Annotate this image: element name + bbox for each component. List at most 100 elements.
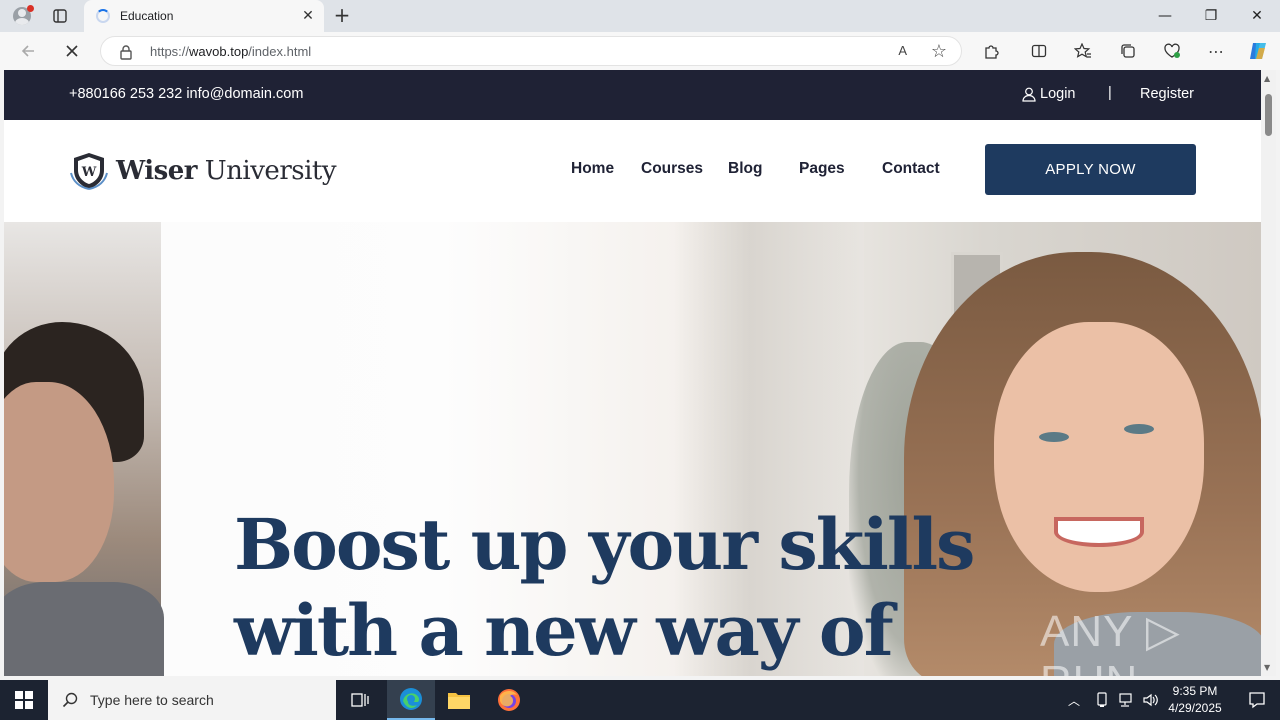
copilot-button[interactable]: [1244, 38, 1272, 64]
firefox-icon: [498, 689, 520, 711]
stop-loading-button[interactable]: [58, 38, 86, 64]
nav-contact[interactable]: Contact: [882, 160, 940, 178]
read-aloud-button[interactable]: A: [898, 43, 907, 58]
split-screen-icon: [1031, 44, 1047, 58]
apply-now-button[interactable]: APPLY NOW: [985, 144, 1196, 195]
hero-photo-woman-eye: [1039, 432, 1069, 442]
hero-photo-woman-eye: [1124, 424, 1154, 434]
hero-headline: Boost up your skills with a new way of: [234, 502, 975, 674]
read-aloud-icon: A: [898, 43, 907, 58]
logo-text: Wiser University: [116, 156, 337, 186]
register-link[interactable]: Register: [1140, 86, 1194, 102]
url-text: https://wavob.top/index.html: [150, 44, 311, 59]
windows-logo-icon: [15, 691, 33, 709]
site-logo[interactable]: W Wiser University: [68, 151, 337, 191]
collections-button[interactable]: [1114, 38, 1142, 64]
loading-spinner-icon: [96, 9, 110, 23]
hero-headline-line1: Boost up your skills: [234, 503, 975, 586]
taskbar-file-explorer[interactable]: [435, 680, 483, 720]
browser-toolbar: https://wavob.top/index.html A ☆ ⋯: [0, 32, 1280, 70]
login-label: Login: [1040, 86, 1076, 102]
anyrun-watermark: ANY ▷ RUN: [1040, 607, 1181, 676]
search-placeholder: Type here to search: [90, 692, 214, 708]
browser-tab-bar: Education ✕ + — ❐ ✕: [0, 0, 1280, 32]
svg-text:W: W: [81, 165, 97, 180]
hero-headline-line2: with a new way of: [234, 589, 894, 672]
copilot-icon: [1250, 43, 1266, 59]
scroll-down-arrow-icon[interactable]: ▼: [1264, 663, 1270, 672]
network-monitor-icon: [1119, 693, 1132, 707]
taskbar-clock[interactable]: 9:35 PM 4/29/2025: [1162, 683, 1228, 717]
restore-button[interactable]: ❐: [1188, 0, 1234, 32]
nav-home[interactable]: Home: [571, 160, 614, 178]
hero-photo-woman-smile: [1054, 517, 1144, 547]
usb-device-icon: [1097, 692, 1107, 707]
folder-icon: [448, 693, 470, 709]
contact-info: +880166 253 232 info@domain.com: [69, 86, 304, 102]
network-icon[interactable]: [1118, 680, 1136, 720]
user-icon: [1022, 87, 1036, 102]
start-button[interactable]: [0, 680, 48, 720]
favorites-button[interactable]: [1069, 38, 1097, 64]
action-center-button[interactable]: [1234, 680, 1280, 720]
nav-courses[interactable]: Courses: [641, 160, 703, 178]
scrollbar-thumb[interactable]: [1265, 94, 1272, 136]
task-view-button[interactable]: [336, 680, 384, 720]
taskbar-edge[interactable]: [387, 680, 435, 720]
extensions-button[interactable]: [977, 38, 1005, 64]
task-view-icon: [351, 693, 369, 707]
volume-icon[interactable]: [1142, 680, 1160, 720]
chevron-up-icon: ︿: [1068, 693, 1081, 708]
topbar-separator: |: [1108, 85, 1112, 101]
logo-text-bold: Wiser: [116, 156, 198, 186]
hero-photo-man: [4, 222, 164, 676]
url-prefix: https://: [150, 44, 190, 59]
back-arrow-icon: [21, 45, 34, 57]
split-screen-button[interactable]: [1025, 38, 1053, 64]
site-header: W Wiser University Home Courses Blog ⌵ Pa…: [4, 120, 1261, 222]
new-tab-button[interactable]: +: [330, 4, 354, 28]
chevron-down-icon: ⌵: [730, 160, 739, 172]
hero-photo-woman-face: [994, 322, 1204, 592]
hero-photo-man-shirt: [4, 582, 164, 676]
url-domain: wavob.top: [189, 44, 249, 59]
show-hidden-icons-button[interactable]: ︿: [1068, 680, 1080, 720]
page-viewport: +880166 253 232 info@domain.com Login | …: [4, 70, 1261, 676]
scroll-up-arrow-icon[interactable]: ▲: [1264, 74, 1270, 83]
lock-icon: [120, 45, 132, 60]
favorites-star-icon: [1074, 43, 1091, 58]
close-icon: [66, 45, 78, 57]
taskbar-firefox[interactable]: [485, 680, 533, 720]
shield-crest-icon: W: [70, 153, 108, 190]
address-bar[interactable]: https://wavob.top/index.html A ☆: [100, 36, 962, 66]
clock-date: 4/29/2025: [1168, 701, 1222, 715]
login-link[interactable]: Login: [1022, 86, 1075, 102]
windows-taskbar: Type here to search ︿ 9:35 PM 4/29/2025: [0, 680, 1280, 720]
page-scrollbar[interactable]: ▲ ▼: [1261, 70, 1276, 676]
taskbar-search-box[interactable]: Type here to search: [48, 680, 336, 720]
device-icon[interactable]: [1095, 680, 1109, 720]
url-path: /index.html: [248, 44, 312, 59]
settings-more-button[interactable]: ⋯: [1202, 38, 1230, 64]
speaker-icon: [1143, 693, 1158, 707]
notification-icon: [1249, 692, 1265, 709]
tab-actions-icon: [53, 9, 67, 23]
tab-actions-button[interactable]: [46, 4, 74, 28]
collections-icon: [1121, 44, 1135, 58]
minimize-button[interactable]: —: [1142, 0, 1188, 32]
notification-dot-icon: [27, 5, 34, 12]
browser-tab[interactable]: Education ✕: [84, 0, 324, 32]
back-button[interactable]: [14, 38, 42, 64]
clock-time: 9:35 PM: [1172, 684, 1218, 698]
search-icon: [62, 692, 78, 708]
logo-text-rest: University: [197, 156, 337, 186]
browser-essentials-button[interactable]: [1158, 38, 1186, 64]
puzzle-icon: [985, 45, 999, 59]
favorite-star-icon[interactable]: ☆: [931, 41, 947, 62]
tab-title: Education: [120, 9, 174, 23]
close-window-button[interactable]: ✕: [1234, 0, 1280, 32]
chevron-down-icon: ⌵: [801, 160, 810, 172]
heartbeat-icon: [1164, 43, 1180, 58]
edge-browser-icon: [400, 688, 422, 710]
close-tab-button[interactable]: ✕: [300, 8, 316, 24]
